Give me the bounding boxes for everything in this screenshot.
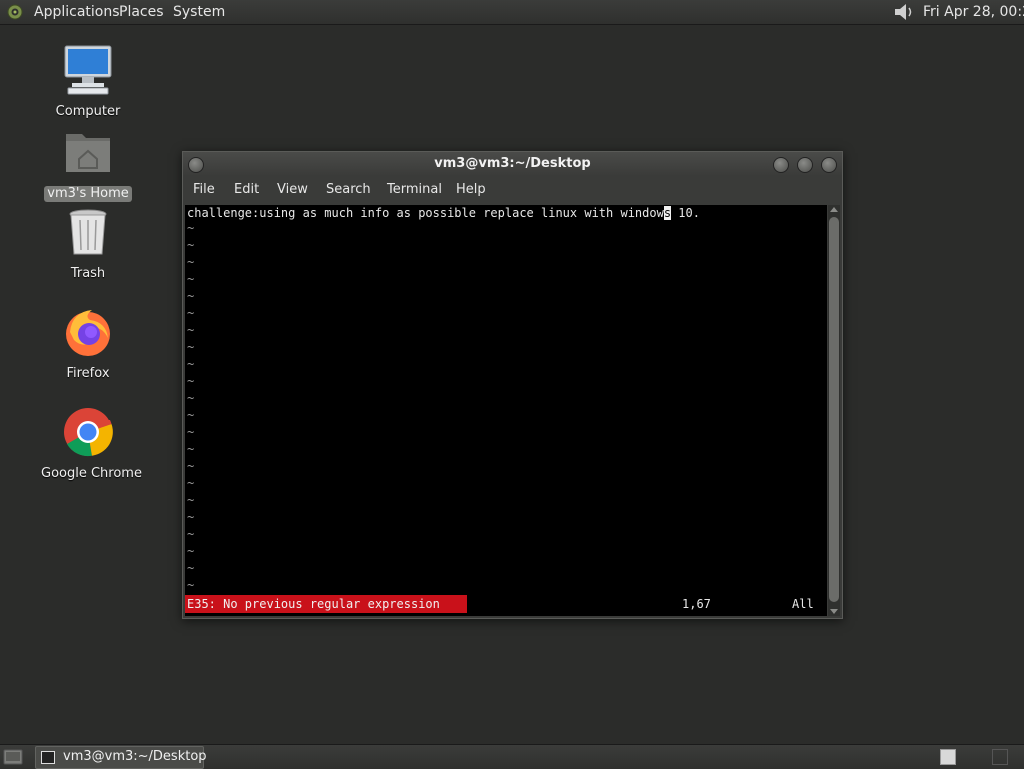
menu-edit[interactable]: Edit — [234, 182, 259, 198]
bottom-panel: vm3@vm3:~/Desktop — [0, 744, 1024, 769]
firefox-icon — [66, 310, 110, 356]
empty-line-marker: ~ — [187, 374, 195, 388]
desktop-icon-label: Google Chrome — [41, 466, 142, 481]
line-text-before-cursor: challenge:using as much info as possible… — [187, 206, 664, 220]
menu-terminal[interactable]: Terminal — [387, 182, 442, 198]
empty-line-marker: ~ — [187, 357, 195, 371]
window-menubar: File Edit View Search Terminal Help — [183, 178, 842, 202]
distro-logo-icon[interactable] — [7, 4, 23, 20]
desktop-icon-label: Computer — [55, 104, 121, 119]
top-panel: Applications Places System Fri Apr 28, 0… — [0, 0, 1024, 25]
empty-line-marker: ~ — [187, 459, 195, 473]
empty-line-marker: ~ — [187, 272, 195, 286]
scrollbar-thumb[interactable] — [829, 217, 839, 602]
desktop-icon-trash[interactable]: Trash — [38, 206, 138, 282]
workspace-2[interactable] — [992, 749, 1008, 765]
empty-line-marker: ~ — [187, 238, 195, 252]
empty-line-marker: ~ — [187, 323, 195, 337]
chrome-icon — [64, 408, 113, 457]
scroll-indicator: All — [792, 597, 814, 611]
minimize-button[interactable] — [773, 157, 789, 173]
desktop-icon-home[interactable]: vm3's Home — [38, 126, 138, 202]
maximize-button[interactable] — [797, 157, 813, 173]
terminal-scrollbar[interactable] — [828, 205, 840, 616]
window-titlebar[interactable]: vm3@vm3:~/Desktop — [183, 152, 842, 176]
desktop-icon-label: Firefox — [66, 366, 110, 381]
home-folder-icon — [66, 134, 110, 172]
close-button[interactable] — [821, 157, 837, 173]
menu-file[interactable]: File — [193, 182, 215, 198]
desktop-icon-label: vm3's Home — [44, 186, 132, 202]
taskbar-terminal-button[interactable]: vm3@vm3:~/Desktop — [35, 746, 207, 769]
empty-line-marker: ~ — [187, 306, 195, 320]
computer-icon — [64, 45, 112, 95]
desktop-icon-label: Trash — [70, 266, 106, 281]
empty-line-marker: ~ — [187, 510, 195, 524]
empty-line-marker: ~ — [187, 493, 195, 507]
menu-search[interactable]: Search — [326, 182, 371, 198]
terminal-icon — [41, 751, 55, 764]
places-menu[interactable]: Places — [119, 3, 164, 21]
terminal-area[interactable]: challenge:using as much info as possible… — [185, 205, 827, 616]
empty-line-marker: ~ — [187, 255, 195, 269]
clock[interactable]: Fri Apr 28, 00:22 — [923, 3, 1024, 21]
scroll-down-arrow-icon[interactable] — [828, 606, 840, 616]
empty-line-marker: ~ — [187, 442, 195, 456]
window-title: vm3@vm3:~/Desktop — [434, 156, 591, 171]
cursor-position: 1,67 — [682, 597, 711, 611]
desktop-icon-firefox[interactable]: Firefox — [38, 306, 138, 382]
empty-line-marker: ~ — [187, 527, 195, 541]
desktop-icon-chrome[interactable]: Google Chrome — [38, 406, 142, 482]
empty-line-marker: ~ — [187, 476, 195, 490]
empty-line-marker: ~ — [187, 425, 195, 439]
text-cursor: s — [663, 206, 672, 220]
applications-menu[interactable]: Applications — [34, 3, 120, 21]
terminal-window[interactable]: vm3@vm3:~/Desktop File Edit View Search … — [182, 151, 843, 619]
empty-line-marker: ~ — [187, 340, 195, 354]
workspace-1[interactable] — [940, 749, 956, 765]
empty-line-marker: ~ — [187, 561, 195, 575]
desktop-icon-computer[interactable]: Computer — [38, 44, 138, 120]
editor-line-1: challenge:using as much info as possible… — [187, 205, 700, 222]
scroll-up-arrow-icon[interactable] — [828, 205, 840, 215]
empty-line-marker: ~ — [187, 391, 195, 405]
line-text-after-cursor: 10. — [671, 206, 700, 220]
trash-icon — [69, 209, 107, 255]
show-desktop-icon[interactable] — [3, 748, 23, 766]
empty-line-marker: ~ — [187, 578, 195, 592]
volume-icon[interactable] — [890, 2, 916, 22]
vim-error-message: E35: No previous regular expression — [185, 595, 467, 613]
system-menu[interactable]: System — [173, 3, 225, 21]
menu-view[interactable]: View — [277, 182, 308, 198]
empty-line-marker: ~ — [187, 289, 195, 303]
menu-help[interactable]: Help — [456, 182, 486, 198]
task-label: vm3@vm3:~/Desktop — [63, 749, 207, 764]
empty-line-marker: ~ — [187, 408, 195, 422]
empty-line-marker: ~ — [187, 221, 195, 235]
empty-line-marker: ~ — [187, 544, 195, 558]
